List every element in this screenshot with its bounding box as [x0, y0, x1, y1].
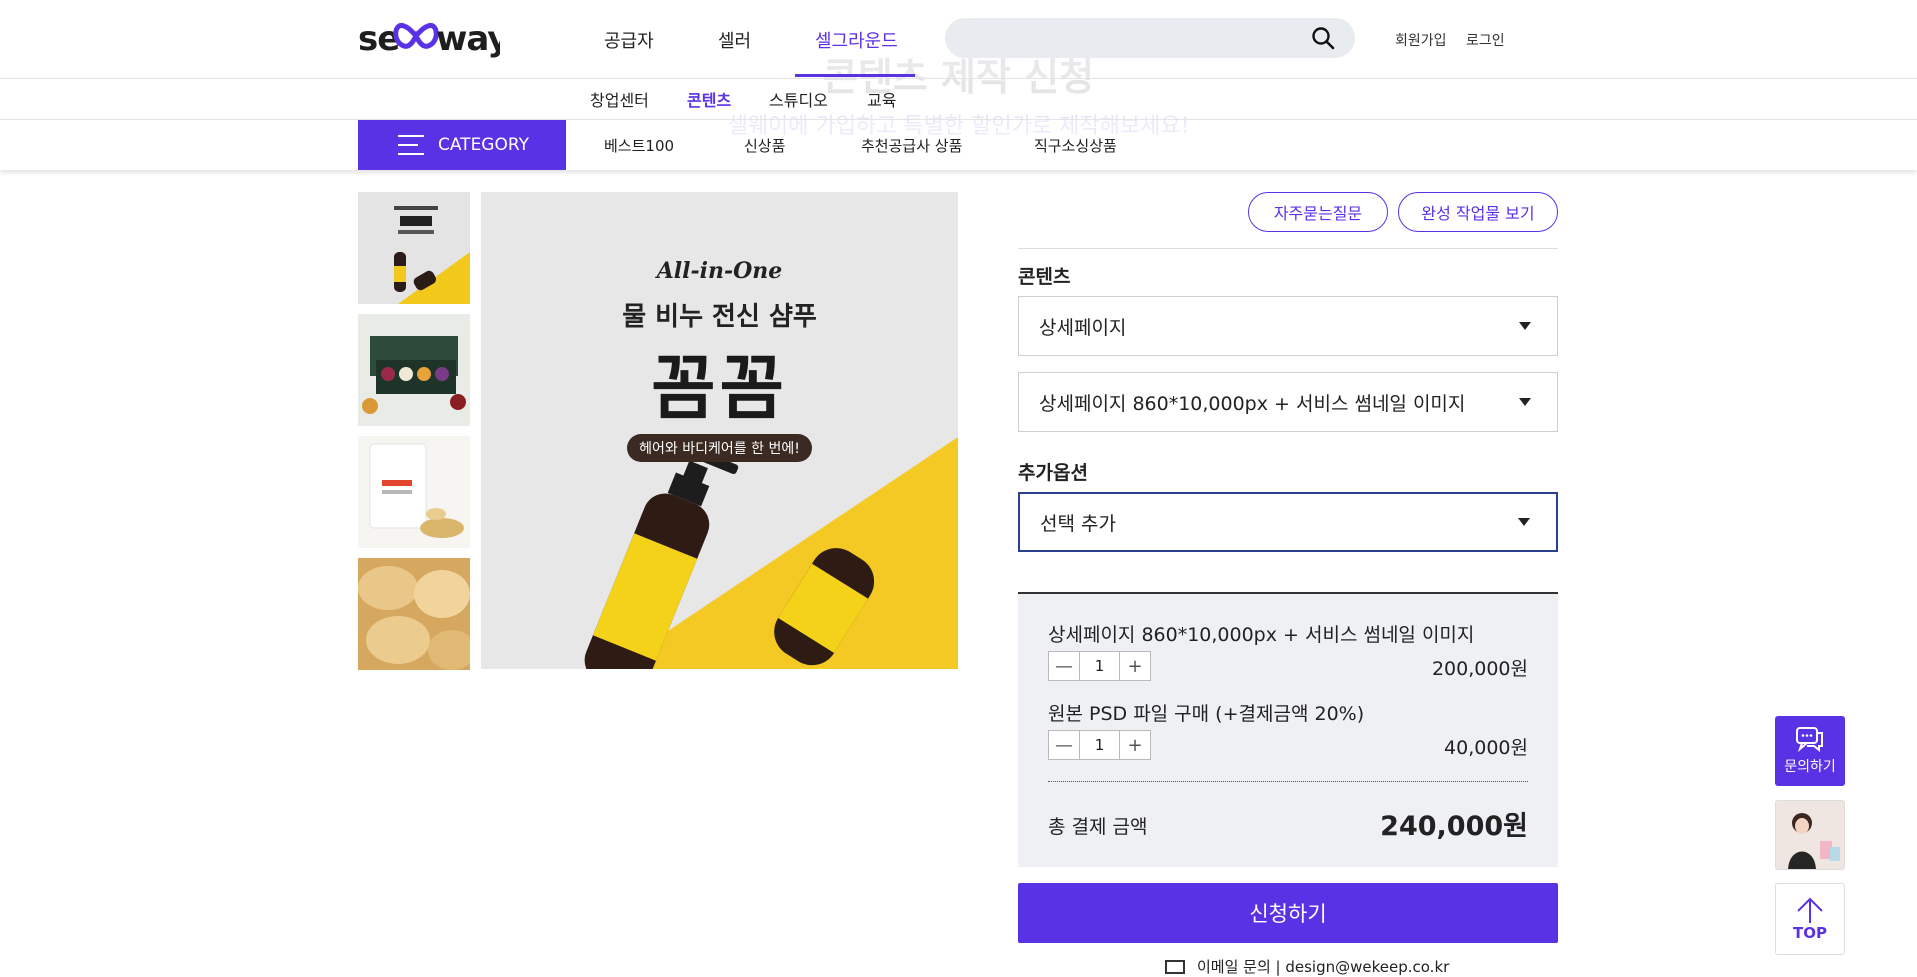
main-product-image: All-in-One 물 비누 전신 샴푸 꼼꼼 헤어와 바디케어를 한 번에!: [481, 192, 958, 669]
line-item-name: 상세페이지 860*10,000px + 서비스 썸네일 이미지: [1048, 624, 1475, 646]
email-contact-text: 이메일 문의 | design@wekeep.co.kr: [1197, 958, 1450, 976]
nav-sellground[interactable]: 셀그라운드: [815, 0, 898, 79]
extra-option-select[interactable]: 선택 추가: [1018, 492, 1558, 552]
nav-supplier[interactable]: 공급자: [604, 0, 654, 79]
search-input[interactable]: [945, 18, 1355, 58]
content-select[interactable]: 상세페이지: [1018, 296, 1558, 356]
svg-text:se: se: [358, 19, 399, 59]
summary-divider: [1048, 781, 1528, 782]
line-item-name: 원본 PSD 파일 구매 (+결제금액 20%): [1048, 703, 1365, 725]
sub-nav-education[interactable]: 교육: [867, 79, 896, 119]
quantity-stepper[interactable]: — 1 +: [1048, 730, 1151, 760]
category-button-label: CATEGORY: [438, 135, 529, 155]
form-divider: [1018, 248, 1558, 249]
inquiry-button-label: 문의하기: [1784, 759, 1836, 775]
content-label: 콘텐츠: [1018, 266, 1071, 288]
sub-nav-startup[interactable]: 창업센터: [590, 79, 649, 119]
scroll-top-label: TOP: [1793, 924, 1827, 942]
scroll-top-button[interactable]: TOP: [1775, 883, 1845, 955]
total-label: 총 결제 금액: [1048, 816, 1148, 838]
sub-nav-contents[interactable]: 콘텐츠: [687, 79, 731, 119]
inquiry-button[interactable]: 문의하기: [1775, 716, 1845, 786]
category-link-direct-sourcing[interactable]: 직구소싱상품: [1034, 120, 1117, 170]
login-link[interactable]: 로그인: [1466, 0, 1505, 79]
quantity-value[interactable]: 1: [1079, 652, 1120, 680]
caret-down-icon: [1519, 322, 1531, 330]
category-link-new[interactable]: 신상품: [744, 120, 785, 170]
product-brand: 꼼꼼: [651, 347, 788, 429]
signup-link[interactable]: 회원가입: [1395, 0, 1447, 79]
extra-option-label: 추가옵션: [1018, 462, 1088, 484]
thumbnail-chips-bag[interactable]: [358, 436, 470, 548]
line-item-price: 200,000원: [1431, 658, 1528, 680]
extra-option-select-value: 선택 추가: [1040, 512, 1116, 535]
nav-active-underline: [795, 74, 915, 77]
svg-text:way: way: [436, 19, 500, 59]
option-select[interactable]: 상세페이지 860*10,000px + 서비스 썸네일 이미지: [1018, 372, 1558, 432]
menu-icon: [398, 135, 424, 155]
plus-icon[interactable]: +: [1120, 731, 1150, 759]
category-bar: CATEGORY 베스트100 신상품 추천공급사 상품 직구소싱상품: [0, 120, 1917, 170]
promo-image: [1776, 801, 1844, 869]
minus-icon[interactable]: —: [1049, 652, 1079, 680]
thumbnail-chips-closeup[interactable]: [358, 558, 470, 670]
faq-button[interactable]: 자주묻는질문: [1248, 192, 1388, 232]
arrow-up-icon: [1797, 897, 1823, 923]
chat-icon: [1796, 727, 1823, 752]
sub-nav-studio[interactable]: 스튜디오: [769, 79, 828, 119]
option-select-value: 상세페이지 860*10,000px + 서비스 썸네일 이미지: [1039, 392, 1466, 415]
order-summary: 상세페이지 860*10,000px + 서비스 썸네일 이미지 — 1 + 2…: [1018, 592, 1558, 867]
sub-nav: 창업센터 콘텐츠 스튜디오 교육: [0, 79, 1917, 120]
product-headline: 물 비누 전신 샴푸: [622, 302, 817, 332]
minus-icon[interactable]: —: [1049, 731, 1079, 759]
product-tagline: All-in-One: [656, 258, 783, 284]
category-link-best100[interactable]: 베스트100: [604, 120, 674, 170]
caret-down-icon: [1519, 398, 1531, 406]
apply-button[interactable]: 신청하기: [1018, 883, 1558, 943]
product-badge-text: 헤어와 바디케어를 한 번에!: [639, 441, 800, 457]
nav-seller[interactable]: 셀러: [718, 0, 751, 79]
thumbnail-fruit-box[interactable]: [358, 314, 470, 426]
promo-banner[interactable]: [1775, 800, 1845, 870]
line-item-price: 40,000원: [1444, 737, 1528, 759]
sellway-logo: se way: [358, 19, 500, 59]
quantity-stepper[interactable]: — 1 +: [1048, 651, 1151, 681]
category-link-recommended[interactable]: 추천공급사 상품: [861, 120, 962, 170]
portfolio-button[interactable]: 완성 작업물 보기: [1398, 192, 1558, 232]
mail-icon: [1165, 959, 1185, 974]
search-icon[interactable]: [1311, 26, 1335, 50]
category-button[interactable]: CATEGORY: [358, 120, 566, 170]
quantity-value[interactable]: 1: [1079, 731, 1120, 759]
plus-icon[interactable]: +: [1120, 652, 1150, 680]
top-header: se way 공급자 셀러 셀그라운드 회원가입 로그인: [0, 0, 1917, 79]
logo[interactable]: se way: [358, 16, 500, 60]
product-badge: 헤어와 바디케어를 한 번에!: [627, 434, 812, 462]
content-select-value: 상세페이지: [1039, 316, 1127, 339]
email-contact[interactable]: 이메일 문의 | design@wekeep.co.kr: [1165, 956, 1449, 977]
thumbnail-shampoo[interactable]: [358, 192, 470, 304]
caret-down-icon: [1518, 518, 1530, 526]
total-price: 240,000원: [1380, 811, 1528, 842]
